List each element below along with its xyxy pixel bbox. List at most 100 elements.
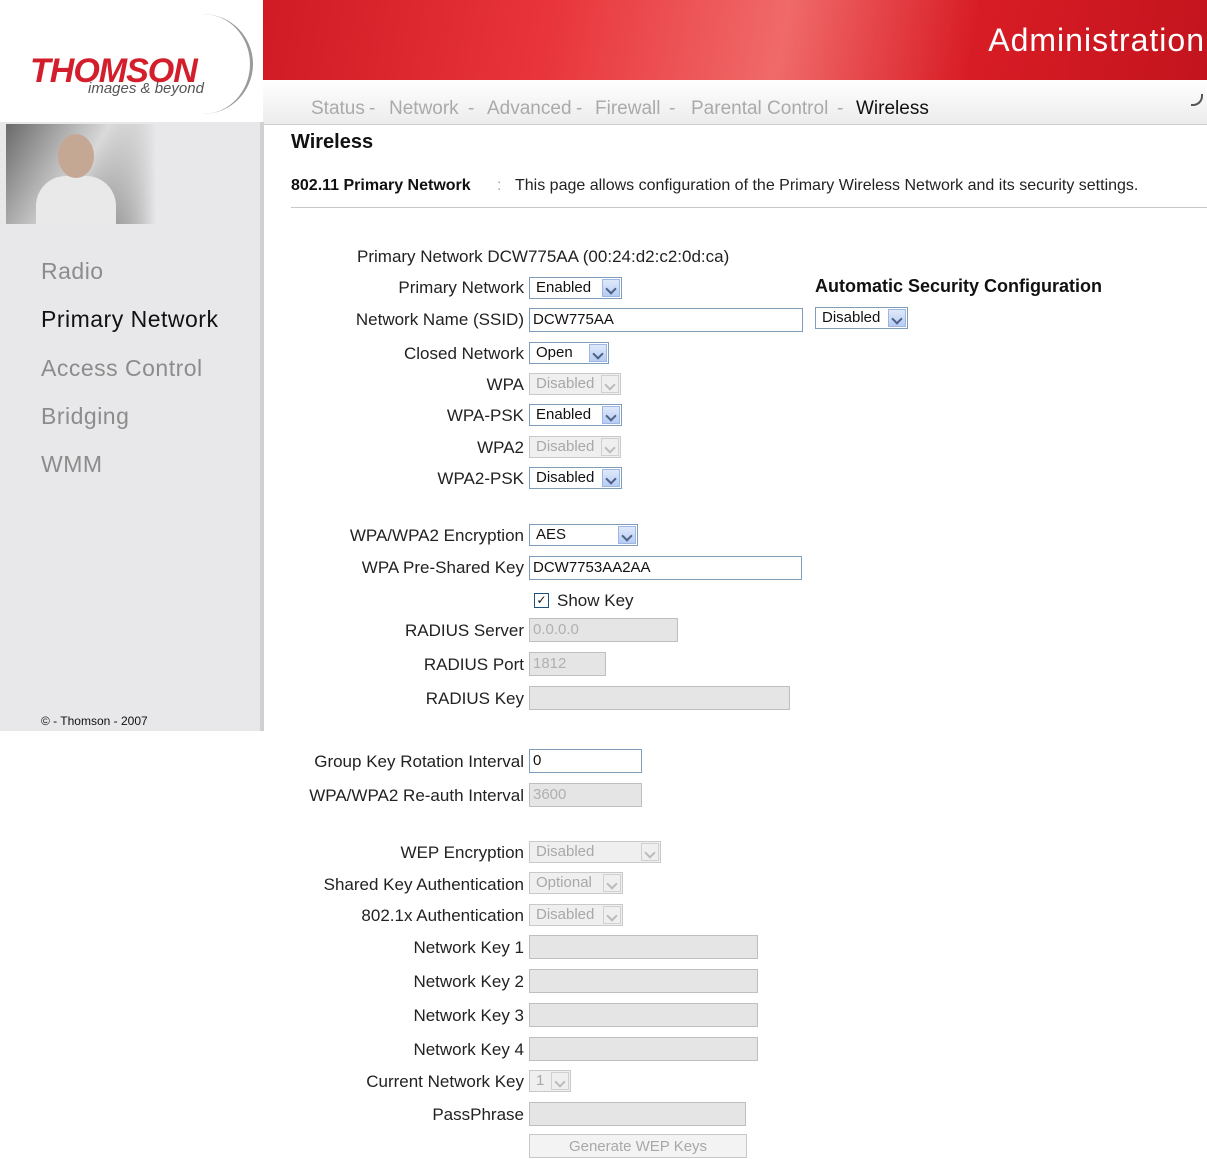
nav-separator: - (369, 98, 376, 119)
sidebar-item-radio[interactable]: Radio (41, 258, 104, 285)
copyright: © - Thomson - 2007 (41, 714, 148, 728)
chevron-down-icon (602, 469, 620, 487)
auto-security-select[interactable]: Disabled (815, 307, 908, 329)
photo-person-head (58, 134, 94, 178)
auto-security-value: Disabled (822, 309, 881, 326)
nav-separator: - (576, 98, 583, 119)
primary-network-value: Enabled (536, 279, 592, 296)
wpa-select[interactable]: Disabled (529, 373, 621, 395)
auto-security-title: Automatic Security Configuration (815, 276, 1103, 296)
nav-separator: - (468, 98, 475, 119)
network-key-2-input[interactable] (529, 969, 758, 993)
encryption-select[interactable]: AES (529, 524, 638, 546)
closed-network-select[interactable]: Open (529, 342, 609, 364)
passphrase-input[interactable] (529, 1102, 746, 1126)
nav-advanced[interactable]: Advanced (487, 98, 572, 120)
auth-8021x-value: Disabled (536, 906, 595, 923)
primary-network-select[interactable]: Enabled (529, 277, 622, 299)
psk-input[interactable]: DCW7753AA2AA (529, 556, 802, 580)
psk-label: WPA Pre-Shared Key (361, 558, 524, 577)
chevron-down-icon (641, 843, 659, 861)
thomson-logo: THOMSON images & beyond (0, 0, 270, 122)
generate-wep-keys-button[interactable]: Generate WEP Keys (529, 1134, 747, 1158)
encryption-label: WPA/WPA2 Encryption (349, 526, 524, 545)
radius-port-label: RADIUS Port (423, 655, 524, 674)
ssid-label: Network Name (SSID) (355, 310, 524, 329)
auth-8021x-select[interactable]: Disabled (529, 904, 623, 926)
nav-network[interactable]: Network (389, 98, 459, 120)
network-key-3-label: Network Key 3 (413, 1006, 524, 1025)
reauth-input[interactable]: 3600 (529, 783, 642, 807)
top-nav: Status - Network - Advanced - Firewall -… (263, 80, 1207, 125)
radius-server-input[interactable]: 0.0.0.0 (529, 618, 678, 642)
shared-key-auth-value: Optional (536, 874, 592, 891)
chevron-down-icon (602, 279, 620, 297)
wpa2-psk-select[interactable]: Disabled (529, 467, 622, 489)
wpa2-label: WPA2 (477, 438, 524, 457)
wpa2-select[interactable]: Disabled (529, 436, 621, 458)
group-key-label: Group Key Rotation Interval (314, 752, 524, 771)
section-description: This page allows configuration of the Pr… (515, 177, 1139, 194)
page-heading-administration: Administration (988, 22, 1205, 58)
wep-encryption-select[interactable]: Disabled (529, 841, 661, 863)
sidebar-item-access-control[interactable]: Access Control (41, 355, 203, 382)
divider (291, 207, 1207, 208)
ssid-input[interactable]: DCW775AA (529, 308, 803, 332)
wpa2-value: Disabled (536, 438, 595, 455)
network-key-4-input[interactable] (529, 1037, 758, 1061)
wep-encryption-label: WEP Encryption (400, 843, 524, 862)
chevron-down-icon (601, 375, 619, 393)
sidebar-item-wmm[interactable]: WMM (41, 451, 103, 478)
nav-status[interactable]: Status (311, 98, 365, 120)
group-key-input[interactable]: 0 (529, 749, 642, 773)
chevron-down-icon (603, 906, 621, 924)
nav-wireless[interactable]: Wireless (856, 98, 929, 120)
chevron-down-icon (618, 526, 636, 544)
primary-network-label: Primary Network (398, 278, 524, 297)
current-key-label: Current Network Key (366, 1072, 524, 1091)
network-key-1-label: Network Key 1 (413, 938, 524, 957)
wpa-psk-select[interactable]: Enabled (529, 404, 622, 426)
show-key-checkbox[interactable]: ✓ (534, 593, 549, 608)
header-banner: Administration (263, 0, 1207, 80)
network-key-3-input[interactable] (529, 1003, 758, 1027)
nav-parental-control[interactable]: Parental Control (691, 98, 828, 120)
current-key-value: 1 (536, 1072, 545, 1089)
radius-key-input[interactable] (529, 686, 790, 710)
network-key-4-label: Network Key 4 (413, 1040, 524, 1059)
shared-key-auth-label: Shared Key Authentication (323, 875, 524, 894)
current-key-select[interactable]: 1 (529, 1070, 571, 1092)
show-key-label: Show Key (557, 591, 634, 610)
nav-firewall[interactable]: Firewall (595, 98, 660, 120)
chevron-down-icon (602, 406, 620, 424)
chevron-down-icon (601, 438, 619, 456)
wpa-value: Disabled (536, 375, 595, 392)
photo-fade (96, 124, 156, 224)
network-key-1-input[interactable] (529, 935, 758, 959)
passphrase-label: PassPhrase (432, 1105, 524, 1124)
section-title: 802.11 Primary Network (291, 177, 471, 194)
encryption-value: AES (536, 526, 567, 543)
shared-key-auth-select[interactable]: Optional (529, 872, 623, 894)
page-title: Wireless (291, 131, 374, 153)
wpa-psk-value: Enabled (536, 406, 592, 423)
swoosh-graphic (190, 14, 253, 114)
chevron-down-icon (589, 344, 607, 362)
brand-tagline: images & beyond (88, 80, 204, 97)
nav-separator: - (669, 98, 676, 119)
closed-network-label: Closed Network (404, 344, 524, 363)
auth-8021x-label: 802.1x Authentication (361, 906, 524, 925)
refresh-icon (1191, 94, 1203, 106)
wpa2-psk-value: Disabled (536, 469, 595, 486)
wpa-psk-label: WPA-PSK (446, 406, 524, 425)
chevron-down-icon (551, 1072, 569, 1090)
wpa2-psk-label: WPA2-PSK (437, 469, 524, 488)
radius-key-label: RADIUS Key (425, 689, 524, 708)
network-info: Primary Network DCW775AA (00:24:d2:c2:0d… (357, 247, 730, 266)
network-key-2-label: Network Key 2 (413, 972, 524, 991)
sidebar-item-primary-network[interactable]: Primary Network (41, 306, 218, 333)
sidebar-item-bridging[interactable]: Bridging (41, 403, 129, 430)
sidebar-photo (6, 124, 156, 224)
wep-encryption-value: Disabled (536, 843, 595, 860)
radius-port-input[interactable]: 1812 (529, 652, 606, 676)
